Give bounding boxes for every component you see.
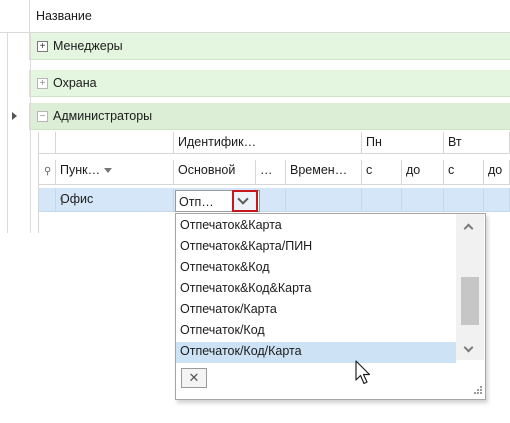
row-indicator (7, 103, 30, 130)
column-header-name[interactable]: Название (36, 9, 92, 23)
search-icon[interactable]: ⚲ (44, 166, 56, 180)
cell-time[interactable] (286, 188, 362, 212)
band-header-row: Идентифик… Пн Вт (38, 132, 510, 154)
current-row-arrow-icon (12, 112, 17, 120)
dropdown-option[interactable]: Отпечаток/Код (176, 321, 456, 342)
column-header-tue-from[interactable]: с (444, 160, 484, 185)
indicator-border (30, 33, 31, 233)
dropdown-option[interactable]: Отпечаток&Код&Карта (176, 279, 456, 300)
group-label: Охрана (53, 76, 97, 90)
group-row-administrators[interactable]: − Администраторы (0, 103, 510, 130)
column-header-tue-to[interactable]: до (484, 160, 510, 185)
column-header-mon-to[interactable]: до (402, 160, 444, 185)
dropdown-option-selected[interactable]: Отпечаток/Код/Карта (176, 342, 456, 363)
resize-grip-icon[interactable] (474, 386, 482, 394)
clear-button[interactable]: ✕ (181, 368, 207, 388)
scrollbar-thumb[interactable] (461, 277, 479, 325)
band-empty-cell (286, 132, 362, 154)
row-indicator-cell (38, 188, 56, 212)
cell-tue-from[interactable] (444, 188, 484, 212)
group-label: Менеджеры (53, 39, 123, 53)
subgrid-left-border (38, 132, 39, 233)
band-empty-cell (38, 132, 56, 154)
column-header-time[interactable]: Времен… (286, 160, 362, 185)
combo-editor-value: Отп… (179, 195, 214, 209)
dropdown-option[interactable]: Отпечаток&Код (176, 258, 456, 279)
column-header-point[interactable]: Пунк… (56, 160, 174, 185)
group-label: Администраторы (53, 109, 153, 123)
expand-icon[interactable]: + (37, 78, 48, 89)
band-monday[interactable]: Пн (362, 132, 444, 154)
collapse-icon[interactable]: − (37, 111, 48, 122)
row-indicator (7, 70, 30, 97)
group-row-background (30, 70, 510, 97)
sort-dropdown-icon[interactable] (104, 168, 113, 174)
header-indicator-cell (7, 0, 30, 33)
text-cursor-icon: I (60, 192, 64, 208)
column-header-ellipsis[interactable]: … (256, 160, 286, 185)
row-indicator (7, 33, 30, 60)
column-header-row: Пунк… Основной … Времен… с до с до (38, 160, 510, 185)
dropdown-option[interactable]: Отпечаток&Карта (176, 216, 456, 237)
table-row[interactable]: Офис (38, 188, 510, 212)
cell-ellipsis[interactable] (256, 188, 286, 212)
cell-point[interactable]: Офис (56, 188, 174, 212)
group-row-managers[interactable]: + Менеджеры (0, 33, 510, 60)
column-header-main[interactable]: Основной (174, 160, 256, 185)
data-grid: Название + Менеджеры + Охрана − Админист… (0, 0, 510, 423)
dropdown-option[interactable]: Отпечаток&Карта/ПИН (176, 237, 456, 258)
band-tuesday[interactable]: Вт (444, 132, 510, 154)
column-header-label: Пунк… (60, 163, 101, 177)
cell-mon-to[interactable] (402, 188, 444, 212)
dropdown-option[interactable]: Отпечаток/Карта (176, 300, 456, 321)
left-gutter-line (7, 33, 8, 233)
group-row-security[interactable]: + Охрана (0, 70, 510, 97)
mouse-pointer-icon (355, 360, 371, 385)
column-header-mon-from[interactable]: с (362, 160, 402, 185)
expand-icon[interactable]: + (37, 41, 48, 52)
band-empty-cell (56, 132, 174, 154)
cell-mon-from[interactable] (362, 188, 402, 212)
cell-tue-to[interactable] (484, 188, 510, 212)
